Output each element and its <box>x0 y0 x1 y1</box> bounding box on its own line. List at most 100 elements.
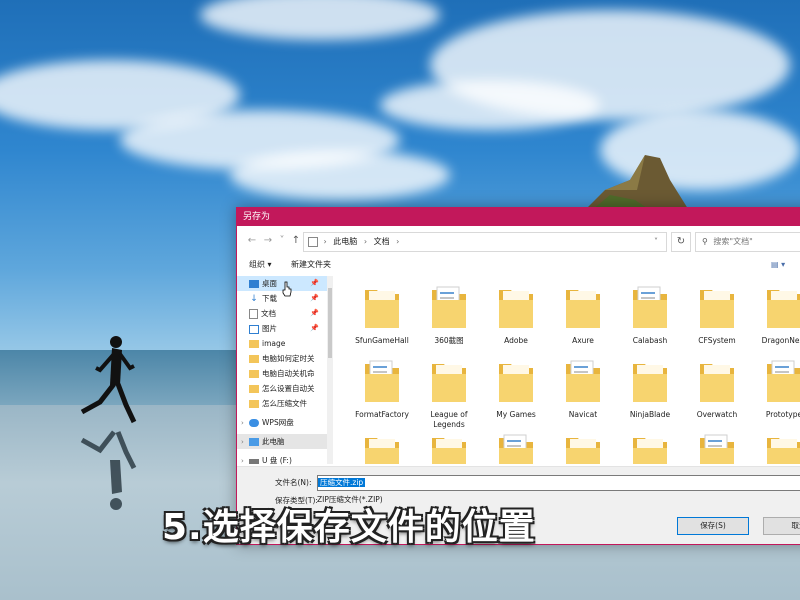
folder-item[interactable] <box>349 428 415 464</box>
folder-icon <box>249 400 259 408</box>
folder-item[interactable]: Navicat <box>550 354 616 424</box>
dialog-titlebar[interactable]: 另存为 <box>237 208 800 226</box>
folder-label: FormatFactory <box>355 410 409 419</box>
folder-item[interactable] <box>550 428 616 464</box>
pc-small-icon <box>308 236 318 247</box>
file-list: SfunGameHall 360截图 Adobe Axure Calabash CFSys… <box>337 276 800 464</box>
filename-input[interactable]: 压缩文件.zip <box>317 475 800 491</box>
address-row: ← → ˅ ↑ › 此电脑 › 文档 › ˅ ↻ ⚲ 搜索"文档" <box>237 230 800 252</box>
folder-item[interactable] <box>751 428 800 464</box>
folder-icon <box>249 385 259 393</box>
folder-label: Navicat <box>568 410 598 419</box>
up-arrow-icon[interactable]: ↑ <box>289 234 303 248</box>
organize-button[interactable]: 组织 ▾ <box>249 256 272 274</box>
nav-item-folder[interactable]: 怎么压缩文件 <box>237 396 333 411</box>
folder-icon <box>633 438 667 464</box>
folder-label: League of Legends <box>430 410 468 429</box>
folder-icon <box>432 438 466 464</box>
expand-chevron-icon[interactable]: › <box>241 416 249 430</box>
folder-icon <box>249 370 259 378</box>
address-dropdown-icon[interactable]: ˅ <box>654 233 658 251</box>
folder-icon <box>566 360 600 402</box>
mouse-pointer-icon <box>282 281 292 297</box>
folder-item[interactable]: Prototype <box>751 354 800 424</box>
folder-label: Adobe <box>504 336 528 345</box>
desktop-icon <box>249 280 259 288</box>
scrollbar-thumb[interactable] <box>328 288 332 358</box>
folder-icon <box>432 286 466 328</box>
folder-item[interactable]: NinjaBlade <box>617 354 683 424</box>
folder-label: SfunGameHall <box>355 336 409 345</box>
nav-item-pictures[interactable]: 图片 📌 <box>237 321 333 336</box>
nav-item-wps-cloud[interactable]: › WPS网盘 <box>237 415 333 430</box>
folder-icon <box>499 364 533 402</box>
filename-label: 文件名(N): <box>275 478 312 487</box>
search-icon: ⚲ <box>702 237 708 246</box>
nav-item-folder[interactable]: 怎么设置自动关 <box>237 381 333 396</box>
runner-silhouette <box>80 336 137 424</box>
search-input[interactable]: ⚲ 搜索"文档" <box>695 232 800 252</box>
refresh-icon[interactable]: ↻ <box>671 232 691 252</box>
folder-icon <box>767 290 800 328</box>
folder-item[interactable]: Calabash <box>617 280 683 350</box>
pin-icon: 📌 <box>310 324 319 332</box>
folder-icon <box>566 438 600 464</box>
folder-item[interactable]: My Games <box>483 354 549 424</box>
new-folder-button[interactable]: 新建文件夹 <box>291 256 331 274</box>
folder-item[interactable]: Axure <box>550 280 616 350</box>
nav-item-folder[interactable]: image <box>237 336 333 351</box>
save-as-dialog: 另存为 ← → ˅ ↑ › 此电脑 › 文档 › ˅ ↻ ⚲ 搜索"文档" 组织… <box>236 207 800 545</box>
save-button[interactable]: 保存(S) <box>677 517 749 535</box>
folder-label: Prototype <box>765 410 800 419</box>
nav-item-documents[interactable]: 文档 📌 <box>237 306 333 321</box>
folder-item[interactable] <box>684 428 750 464</box>
breadcrumb-chevron-icon: › <box>396 237 400 246</box>
download-icon: ↓ <box>250 294 258 304</box>
back-arrow-icon[interactable]: ← <box>245 234 259 248</box>
address-bar[interactable]: › 此电脑 › 文档 › ˅ <box>303 232 667 252</box>
folder-item[interactable]: DragonNest <box>751 280 800 350</box>
breadcrumb-pc[interactable]: 此电脑 <box>333 237 357 246</box>
folder-icon <box>365 290 399 328</box>
folder-item[interactable]: Adobe <box>483 280 549 350</box>
folder-item[interactable] <box>617 428 683 464</box>
folder-label: Axure <box>572 336 594 345</box>
folder-icon <box>566 290 600 328</box>
command-toolbar: 组织 ▾ 新建文件夹 ▤ ▾ <box>237 256 800 274</box>
nav-item-folder[interactable]: 电脑如何定时关 <box>237 351 333 366</box>
picture-icon <box>249 324 259 334</box>
runner-reflection <box>80 430 137 510</box>
breadcrumb-chevron-icon: › <box>363 237 368 246</box>
folder-item[interactable]: Overwatch <box>684 354 750 424</box>
recent-chevron-down-icon[interactable]: ˅ <box>275 234 289 248</box>
dialog-title: 另存为 <box>243 212 271 222</box>
forward-arrow-icon[interactable]: → <box>261 234 275 248</box>
search-placeholder: 搜索"文档" <box>713 237 753 246</box>
folder-item[interactable] <box>483 428 549 464</box>
filename-value: 压缩文件.zip <box>318 478 366 487</box>
folder-item[interactable]: League of Legends <box>416 354 482 429</box>
folder-icon <box>633 364 667 402</box>
navigation-pane: 桌面 📌 ↓ 下载 📌 文档 📌 图片 📌 image 电脑如何定时关 电脑自动关机命 怎… <box>237 276 333 465</box>
nav-item-folder[interactable]: 电脑自动关机命 <box>237 366 333 381</box>
folder-icon <box>767 360 800 402</box>
folder-item[interactable]: FormatFactory <box>349 354 415 424</box>
cancel-button[interactable]: 取消 <box>763 517 800 535</box>
folder-item[interactable]: 360截图 <box>416 280 482 350</box>
folder-item[interactable]: CFSystem <box>684 280 750 350</box>
nav-item-this-pc[interactable]: › 此电脑 <box>237 434 333 449</box>
computer-icon <box>249 438 259 446</box>
breadcrumb-documents[interactable]: 文档 <box>374 237 390 246</box>
view-options-icon[interactable]: ▤ ▾ <box>771 256 785 274</box>
nav-scrollbar[interactable] <box>327 276 333 464</box>
folder-icon <box>365 438 399 464</box>
folder-label: DragonNest <box>761 336 800 345</box>
drive-icon <box>249 458 259 464</box>
folder-icon <box>767 438 800 464</box>
expand-chevron-icon[interactable]: › <box>241 435 249 449</box>
pin-icon: 📌 <box>310 309 319 317</box>
folder-icon <box>249 355 259 363</box>
folder-item[interactable] <box>416 428 482 464</box>
folder-item[interactable]: SfunGameHall <box>349 280 415 350</box>
folder-icon <box>365 360 399 402</box>
